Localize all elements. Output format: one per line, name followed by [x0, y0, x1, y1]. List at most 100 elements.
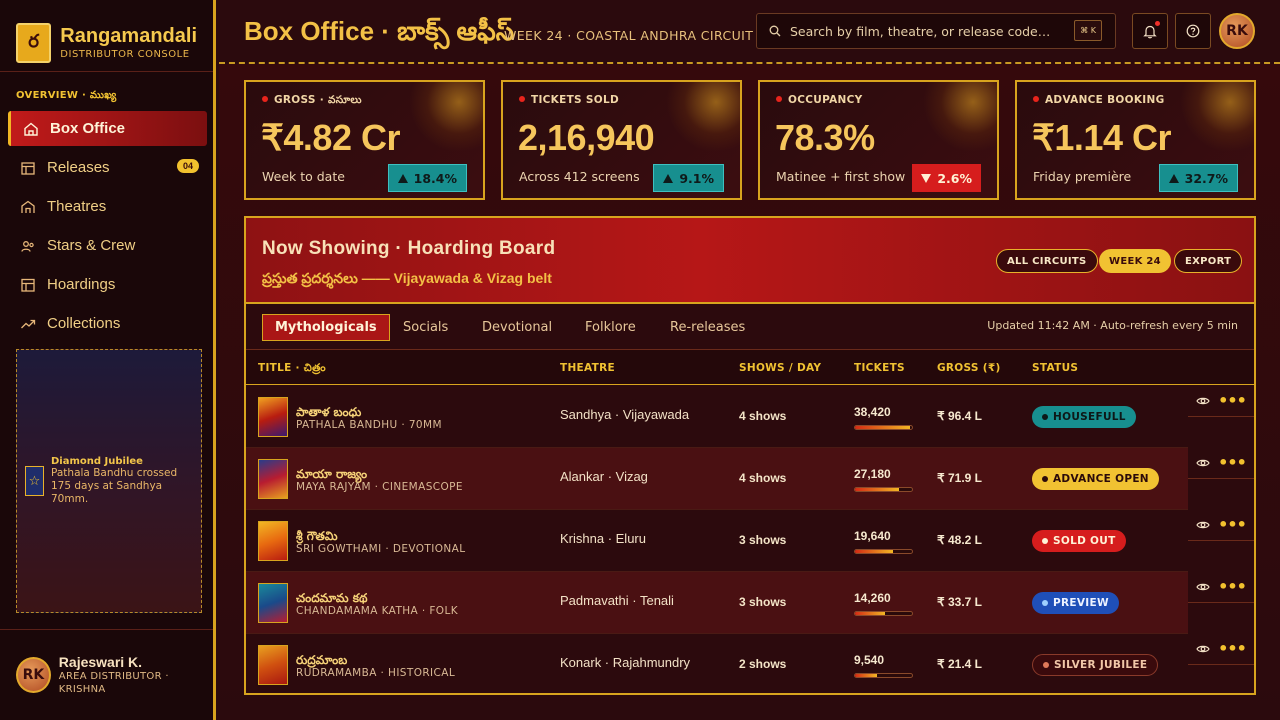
export-button[interactable]: EXPORT — [1174, 249, 1243, 273]
column-shows[interactable]: SHOWS / DAY — [739, 362, 821, 374]
sidebar-item-releases[interactable]: Releases 04 — [8, 150, 207, 185]
sidebar-item-label: Hoardings — [47, 276, 116, 293]
search-input[interactable] — [790, 23, 1080, 39]
progress-fill — [855, 426, 911, 429]
progress-fill — [855, 488, 900, 491]
theatre-name: Padmavathi · Tenali — [560, 593, 674, 608]
status-badge[interactable]: PREVIEW — [1032, 592, 1119, 614]
stat-value: ₹1.14 Cr — [1032, 117, 1171, 158]
gross-amount: ₹ 21.4 L — [937, 657, 982, 671]
arrow-up-icon — [663, 173, 674, 183]
column-gross[interactable]: GROSS (₹) — [937, 362, 1001, 374]
eye-icon[interactable] — [1196, 458, 1210, 468]
status-badge[interactable]: SOLD OUT — [1032, 530, 1126, 552]
sidebar-item-box-office[interactable]: Box Office — [8, 111, 207, 146]
status-label: PREVIEW — [1053, 597, 1109, 609]
tickets-count: 14,260 — [854, 591, 891, 605]
film-poster — [258, 645, 288, 685]
sidebar-item-theatres[interactable]: Theatres — [8, 189, 207, 224]
film-poster — [258, 397, 288, 437]
film-title-english: RUDRAMAMBA · HISTORICAL — [296, 667, 456, 679]
eye-icon[interactable] — [1196, 582, 1210, 592]
table-row[interactable]: రుద్రమాంబ RUDRAMAMBA · HISTORICAL Konark ·… — [246, 634, 1188, 693]
tickets-progress-bar — [854, 425, 913, 430]
more-icon[interactable]: ••• — [1218, 579, 1247, 595]
status-label: SOLD OUT — [1053, 535, 1116, 547]
card-glow — [1180, 82, 1254, 152]
stat-card-advance-booking[interactable]: ADVANCE BOOKING ₹1.14 Cr Friday première… — [1015, 80, 1256, 200]
tab-mythologicals[interactable]: Mythologicals — [262, 314, 390, 341]
avatar: RK — [16, 657, 51, 693]
status-label: HOUSEFULL — [1053, 411, 1126, 423]
board-title: Now Showing · Hoarding Board — [262, 238, 556, 259]
more-icon[interactable]: ••• — [1218, 455, 1247, 471]
tab-re-releases[interactable]: Re-releases — [658, 314, 757, 341]
stat-value: 78.3% — [775, 117, 875, 158]
sidebar-item-label: Stars & Crew — [47, 237, 136, 254]
notification-dot — [1155, 21, 1160, 26]
delta-value: 9.1% — [679, 170, 714, 186]
brand[interactable]: ర Rangamandali DISTRIBUTOR CONSOLE — [0, 0, 213, 72]
tab-folklore[interactable]: Folklore — [573, 314, 648, 341]
column-tickets[interactable]: TICKETS — [854, 362, 905, 374]
sidebar-item-collections[interactable]: Collections — [8, 306, 207, 341]
status-dot — [1042, 476, 1048, 482]
row-actions: ••• — [1188, 510, 1254, 541]
eye-icon[interactable] — [1196, 644, 1210, 654]
table-row[interactable]: చందమామ కథ CHANDAMAMA KATHA · FOLK Padmavat… — [246, 572, 1188, 634]
film-title-english: CHANDAMAMA KATHA · FOLK — [296, 605, 458, 617]
row-actions: ••• — [1188, 572, 1254, 603]
more-icon[interactable]: ••• — [1218, 641, 1247, 657]
help-button[interactable] — [1175, 13, 1211, 49]
bell-icon — [1143, 25, 1157, 38]
eye-icon[interactable] — [1196, 520, 1210, 530]
tab-devotional[interactable]: Devotional — [470, 314, 564, 341]
tickets-count: 38,420 — [854, 405, 891, 419]
column-theatre[interactable]: THEATRE — [560, 362, 615, 374]
film-poster — [258, 459, 288, 499]
status-badge[interactable]: SILVER JUBILEE — [1032, 654, 1159, 676]
sidebar-item-label: Theatres — [47, 198, 107, 215]
column-status[interactable]: STATUS — [1032, 362, 1078, 374]
stat-card-gross[interactable]: GROSS · వసూలు ₹4.82 Cr Week to date 18.4… — [244, 80, 485, 200]
stat-card-occupancy[interactable]: OCCUPANCY 78.3% Matinee + first show 2.6… — [758, 80, 999, 200]
star-icon: ☆ — [25, 466, 44, 496]
table-row[interactable]: పాతాళ బంధు PATHALA BANDHU · 70MM Sandhya ·… — [246, 386, 1188, 448]
table-row[interactable]: మాయా రాజ్యం MAYA RAJYAM · CINEMASCOPE Alan… — [246, 448, 1188, 510]
sidebar-item-label: Releases — [47, 159, 110, 176]
shows-per-day: 3 shows — [739, 595, 787, 609]
column-title[interactable]: TITLE · చిత్రం — [258, 362, 326, 377]
board-header: Now Showing · Hoarding Board ప్రస్తుత ప్… — [246, 218, 1254, 304]
board-subtitle: ప్రస్తుత ప్రదర్శనలు —— Vijayawada & Viza… — [262, 270, 552, 286]
delta-value: 2.6% — [937, 170, 972, 186]
home-icon — [24, 122, 38, 136]
more-icon[interactable]: ••• — [1218, 517, 1247, 533]
people-icon — [21, 240, 34, 252]
status-badge[interactable]: HOUSEFULL — [1032, 406, 1136, 428]
table-row[interactable]: శ్రీ గౌతమి SRI GOWTHAMI · DEVOTIONAL Krish… — [246, 510, 1188, 572]
table-header: TITLE · చిత్రం THEATRE SHOWS / DAY TICKE… — [246, 350, 1254, 385]
user-avatar-button[interactable]: RK — [1219, 13, 1255, 49]
filter-week[interactable]: WEEK 24 — [1099, 249, 1171, 273]
user-profile[interactable]: RK Rajeswari K. AREA DISTRIBUTOR · KRISH… — [0, 629, 213, 720]
notifications-button[interactable] — [1132, 13, 1168, 49]
status-badge[interactable]: ADVANCE OPEN — [1032, 468, 1159, 490]
more-icon[interactable]: ••• — [1218, 393, 1247, 409]
sidebar-item-hoardings[interactable]: Hoardings — [8, 267, 207, 302]
shows-per-day: 2 shows — [739, 657, 787, 671]
card-glow — [666, 82, 740, 152]
stat-delta-badge: 18.4% — [387, 164, 467, 192]
gross-amount: ₹ 33.7 L — [937, 595, 982, 609]
sidebar-item-stars-crew[interactable]: Stars & Crew — [8, 228, 207, 263]
row-actions: ••• — [1188, 448, 1254, 479]
filter-all-circuits[interactable]: ALL CIRCUITS — [996, 249, 1098, 273]
building-icon — [21, 200, 35, 213]
tickets-count: 9,540 — [854, 653, 885, 667]
tab-socials[interactable]: Socials — [391, 314, 460, 341]
stat-card-tickets[interactable]: TICKETS SOLD 2,16,940 Across 412 screens… — [501, 80, 742, 200]
arrow-up-icon — [397, 173, 408, 183]
sidebar-item-label: Box Office — [50, 120, 126, 137]
promo-card[interactable]: ☆ Diamond Jubilee Pathala Bandhu crossed… — [16, 349, 202, 613]
search-box[interactable]: ⌘ K — [756, 13, 1116, 49]
eye-icon[interactable] — [1196, 396, 1210, 406]
